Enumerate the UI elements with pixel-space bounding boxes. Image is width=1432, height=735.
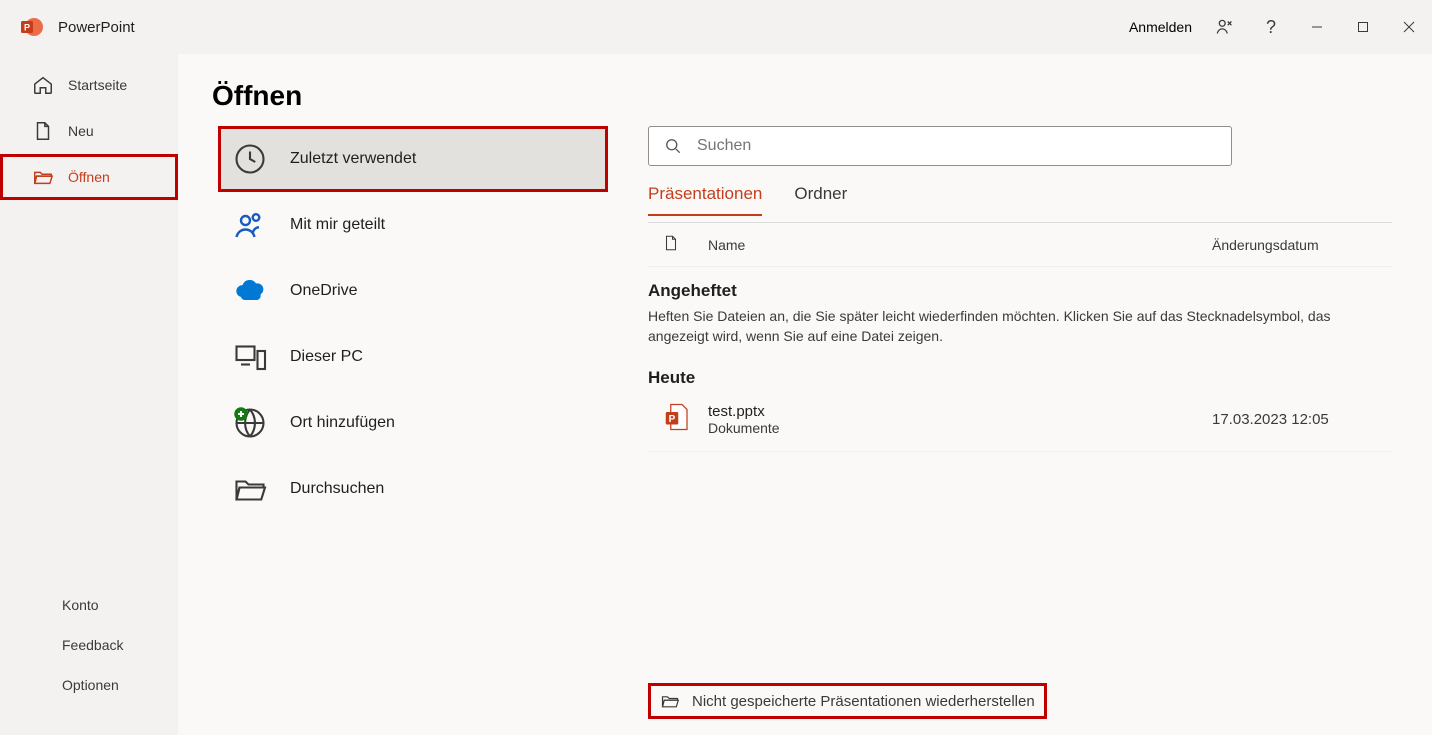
recover-unsaved-button[interactable]: Nicht gespeicherte Präsentationen wieder… — [648, 683, 1047, 719]
nav-new-label: Neu — [68, 123, 94, 139]
signin-button[interactable]: Anmelden — [1119, 7, 1202, 47]
loc-onedrive[interactable]: OneDrive — [218, 258, 608, 324]
col-date[interactable]: Änderungsdatum — [1212, 237, 1392, 253]
recover-label: Nicht gespeicherte Präsentationen wieder… — [692, 693, 1035, 710]
loc-recent[interactable]: Zuletzt verwendet — [218, 126, 608, 192]
files-panel: Präsentationen Ordner Name Änderungsdatu… — [648, 126, 1392, 725]
loc-recent-label: Zuletzt verwendet — [290, 150, 416, 168]
nav-feedback[interactable]: Feedback — [0, 625, 178, 665]
doc-header-icon — [662, 233, 708, 256]
loc-shared[interactable]: Mit mir geteilt — [218, 192, 608, 258]
tab-presentations[interactable]: Präsentationen — [648, 184, 762, 216]
help-button[interactable]: ? — [1248, 4, 1294, 50]
loc-thispc[interactable]: Dieser PC — [218, 324, 608, 390]
file-list: Name Änderungsdatum Angeheftet Heften Si… — [648, 222, 1392, 452]
nav-account[interactable]: Konto — [0, 585, 178, 625]
nav-home-label: Startseite — [68, 77, 127, 93]
search-input[interactable] — [697, 137, 1217, 155]
close-button[interactable] — [1386, 4, 1432, 50]
pptx-file-icon: P — [662, 402, 708, 437]
file-row[interactable]: P test.pptx Dokumente 17.03.2023 12:05 — [648, 388, 1392, 452]
powerpoint-logo-icon: P — [20, 15, 44, 39]
search-icon — [663, 136, 683, 156]
section-today-title: Heute — [648, 368, 1392, 388]
page-title: Öffnen — [212, 80, 1392, 112]
loc-shared-label: Mit mir geteilt — [290, 216, 385, 234]
sidebar: Startseite Neu Öffnen Konto Feedback Opt… — [0, 54, 178, 735]
onedrive-icon — [232, 273, 268, 309]
maximize-button[interactable] — [1340, 4, 1386, 50]
nav-options[interactable]: Optionen — [0, 665, 178, 705]
loc-onedrive-label: OneDrive — [290, 282, 358, 300]
main-content: Öffnen Zuletzt verwendet Mit mir geteilt… — [178, 54, 1432, 735]
locations-panel: Zuletzt verwendet Mit mir geteilt OneDri… — [218, 126, 608, 725]
titlebar: P PowerPoint Anmelden ? — [0, 0, 1432, 54]
minimize-button[interactable] — [1294, 4, 1340, 50]
account-manager-icon[interactable] — [1202, 4, 1248, 50]
file-tabs: Präsentationen Ordner — [648, 184, 1392, 216]
col-name[interactable]: Name — [708, 237, 1212, 253]
folder-icon — [232, 471, 268, 507]
file-date: 17.03.2023 12:05 — [1212, 411, 1392, 428]
people-icon — [232, 207, 268, 243]
file-path: Dokumente — [708, 420, 1212, 436]
folder-open-icon — [32, 166, 54, 188]
clock-icon — [232, 141, 268, 177]
loc-addplace-label: Ort hinzufügen — [290, 414, 395, 432]
nav-home[interactable]: Startseite — [0, 62, 178, 108]
nav-new[interactable]: Neu — [0, 108, 178, 154]
loc-browse-label: Durchsuchen — [290, 480, 384, 498]
search-box[interactable] — [648, 126, 1232, 166]
loc-addplace[interactable]: Ort hinzufügen — [218, 390, 608, 456]
add-place-icon — [232, 405, 268, 441]
home-icon — [32, 74, 54, 96]
nav-open[interactable]: Öffnen — [0, 154, 178, 200]
pc-icon — [232, 339, 268, 375]
svg-text:P: P — [24, 23, 30, 33]
folder-open-icon — [660, 691, 680, 711]
svg-text:P: P — [669, 414, 676, 425]
app-title: PowerPoint — [58, 19, 135, 36]
file-name: test.pptx — [708, 403, 1212, 420]
nav-open-label: Öffnen — [68, 169, 110, 185]
loc-browse[interactable]: Durchsuchen — [218, 456, 608, 522]
section-pinned-sub: Heften Sie Dateien an, die Sie später le… — [648, 307, 1348, 346]
list-header[interactable]: Name Änderungsdatum — [648, 223, 1392, 267]
tab-folders[interactable]: Ordner — [794, 184, 847, 216]
section-pinned-title: Angeheftet — [648, 281, 1392, 301]
loc-thispc-label: Dieser PC — [290, 348, 363, 366]
document-icon — [32, 120, 54, 142]
